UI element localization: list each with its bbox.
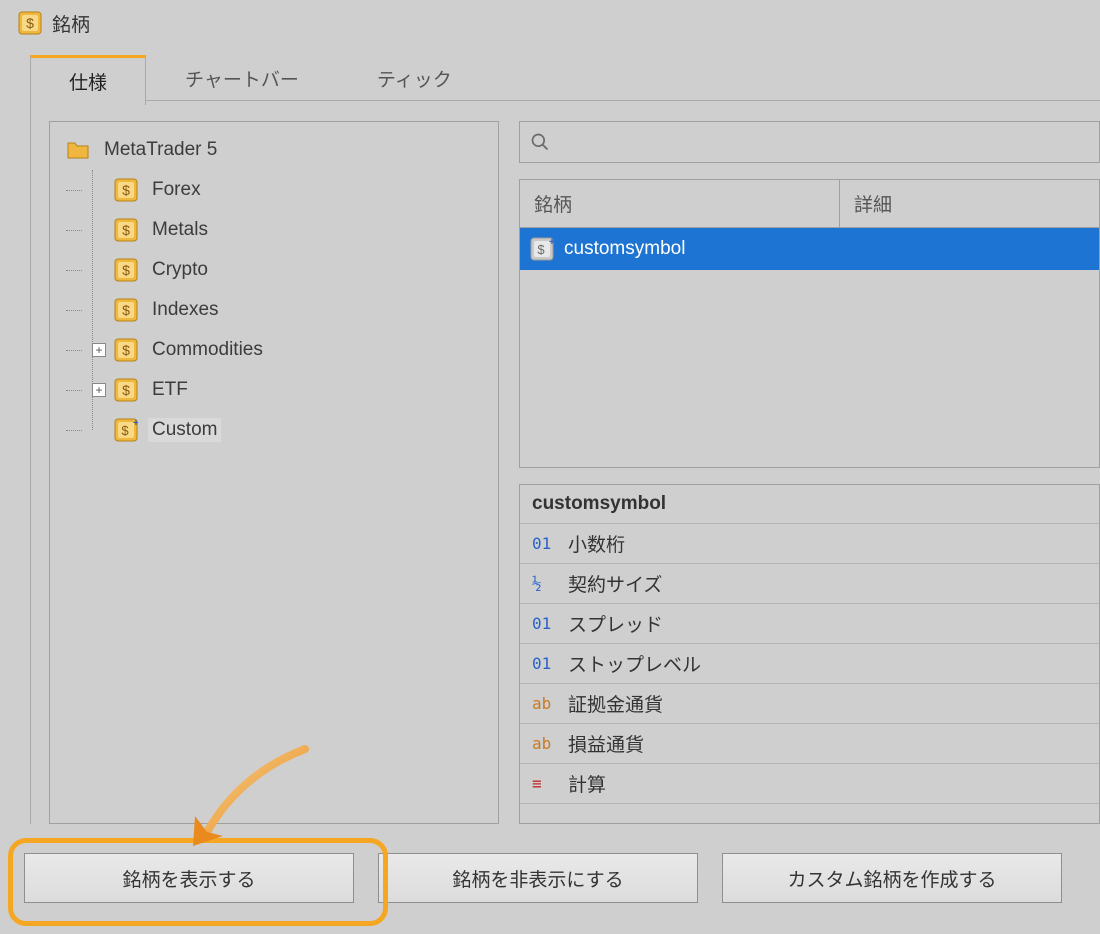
show-symbol-button[interactable]: 銘柄を表示する	[24, 853, 354, 903]
symbol-list: 銘柄 詳細 $+ customsymbol	[519, 179, 1100, 468]
prop-row[interactable]: ½契約サイズ	[520, 564, 1099, 604]
col-symbol[interactable]: 銘柄	[520, 180, 840, 227]
svg-text:$: $	[122, 302, 130, 318]
tree-item-forex[interactable]: $ Forex	[82, 170, 492, 210]
expand-icon[interactable]: +	[92, 343, 106, 357]
tree-item-commodities[interactable]: + $ Commodities	[82, 330, 492, 370]
symbol-tree[interactable]: MetaTrader 5 $ Forex $ Metals	[49, 121, 499, 824]
dollar-icon: $	[114, 298, 138, 322]
tree-item-metals[interactable]: $ Metals	[82, 210, 492, 250]
dollar-icon: $	[114, 258, 138, 282]
tab-chartbar[interactable]: チャートバー	[146, 54, 338, 104]
tab-spec[interactable]: 仕様	[30, 55, 146, 105]
tree-item-etf[interactable]: + $ ETF	[82, 370, 492, 410]
svg-text:$: $	[122, 382, 130, 398]
hide-symbol-button[interactable]: 銘柄を非表示にする	[378, 853, 698, 903]
prop-row[interactable]: ab損益通貨	[520, 724, 1099, 764]
button-row: 銘柄を表示する 銘柄を非表示にする カスタム銘柄を作成する	[14, 842, 1100, 914]
svg-text:$: $	[122, 262, 130, 278]
prop-row[interactable]: 01小数桁	[520, 524, 1099, 564]
titlebar: $ 銘柄	[0, 0, 1100, 46]
property-title: customsymbol	[520, 485, 1099, 524]
tab-tick[interactable]: ティック	[338, 54, 491, 104]
search-field[interactable]	[560, 132, 1089, 153]
svg-text:$: $	[121, 423, 129, 438]
svg-text:$: $	[122, 222, 130, 238]
col-detail[interactable]: 詳細	[840, 180, 1099, 227]
tree-item-custom[interactable]: $+ Custom	[82, 410, 492, 450]
svg-text:$: $	[537, 242, 545, 257]
svg-text:$: $	[26, 15, 34, 31]
svg-text:+: +	[133, 418, 138, 429]
list-item[interactable]: $+ customsymbol	[520, 228, 1099, 270]
prop-row[interactable]: 01スプレッド	[520, 604, 1099, 644]
dollar-icon: $	[114, 378, 138, 402]
dollar-icon: $	[18, 11, 42, 35]
dollar-icon: $	[114, 218, 138, 242]
list-header: 銘柄 詳細	[520, 180, 1099, 228]
search-icon	[530, 132, 550, 152]
tree-root-label: MetaTrader 5	[100, 138, 221, 162]
dollar-plus-icon: $+	[530, 237, 554, 261]
search-input[interactable]	[519, 121, 1100, 163]
svg-text:$: $	[122, 342, 130, 358]
prop-row[interactable]: ab証拠金通貨	[520, 684, 1099, 724]
tab-bar: 仕様 チャートバー ティック	[30, 54, 1100, 104]
tree-root[interactable]: MetaTrader 5	[56, 130, 492, 170]
create-custom-symbol-button[interactable]: カスタム銘柄を作成する	[722, 853, 1062, 903]
dollar-plus-icon: $+	[114, 418, 138, 442]
dollar-icon: $	[114, 178, 138, 202]
svg-text:+: +	[549, 237, 554, 248]
prop-row[interactable]: ≡計算	[520, 764, 1099, 804]
dollar-icon: $	[114, 338, 138, 362]
list-item-label: customsymbol	[564, 238, 685, 260]
expand-icon[interactable]: +	[92, 383, 106, 397]
property-panel: customsymbol 01小数桁 ½契約サイズ 01スプレッド 01ストップ…	[519, 484, 1100, 824]
tree-item-indexes[interactable]: $ Indexes	[82, 290, 492, 330]
window-title: 銘柄	[52, 10, 90, 37]
tree-item-crypto[interactable]: $ Crypto	[82, 250, 492, 290]
svg-text:$: $	[122, 182, 130, 198]
prop-row[interactable]: 01ストップレベル	[520, 644, 1099, 684]
folder-icon	[66, 138, 90, 162]
